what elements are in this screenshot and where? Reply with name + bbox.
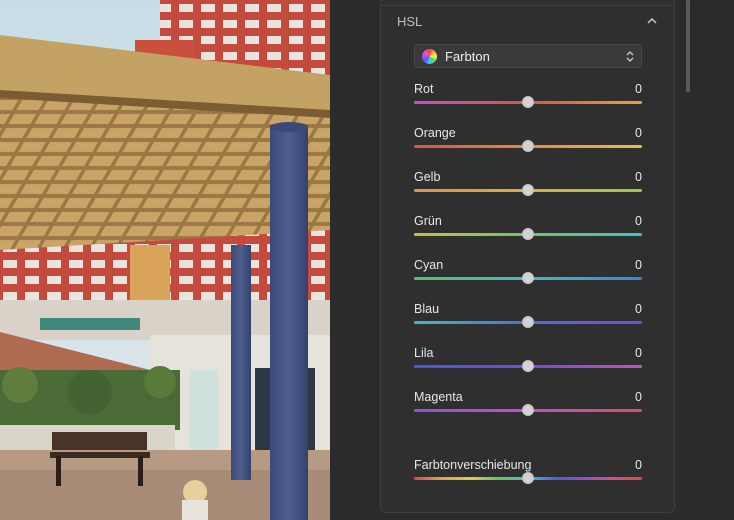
slider-thumb[interactable] [522, 404, 534, 416]
slider-value: 0 [635, 170, 642, 184]
slider-cyan[interactable]: Cyan 0 [414, 258, 642, 288]
slider-rot[interactable]: Rot 0 [414, 82, 642, 112]
slider-blau[interactable]: Blau 0 [414, 302, 642, 332]
slider-label: Cyan [414, 258, 444, 272]
slider-value: 0 [635, 126, 642, 140]
slider-thumb[interactable] [522, 228, 534, 240]
chevron-up-icon[interactable] [646, 16, 658, 26]
hsl-panel-card [380, 0, 675, 513]
slider-label: Orange [414, 126, 456, 140]
section-divider [381, 5, 674, 6]
slider-value: 0 [635, 258, 642, 272]
slider-orange[interactable]: Orange 0 [414, 126, 642, 156]
slider-label: Lila [414, 346, 434, 360]
slider-value: 0 [635, 346, 642, 360]
photo-preview[interactable] [0, 0, 330, 520]
slider-value: 0 [635, 458, 642, 472]
slider-thumb[interactable] [522, 96, 534, 108]
slider-label: Blau [414, 302, 440, 316]
photo-image [0, 0, 330, 520]
slider-label: Gelb [414, 170, 441, 184]
slider-value: 0 [635, 214, 642, 228]
slider-thumb[interactable] [522, 184, 534, 196]
slider-thumb[interactable] [522, 472, 534, 484]
slider-magenta[interactable]: Magenta 0 [414, 390, 642, 420]
slider-label: Rot [414, 82, 434, 96]
hue-shift-slider[interactable]: Farbtonverschiebung 0 [414, 458, 642, 488]
dropdown-value: Farbton [445, 49, 490, 64]
slider-value: 0 [635, 390, 642, 404]
slider-label: Grün [414, 214, 442, 228]
slider-gelb[interactable]: Gelb 0 [414, 170, 642, 200]
slider-thumb[interactable] [522, 140, 534, 152]
slider-thumb[interactable] [522, 272, 534, 284]
slider-thumb[interactable] [522, 360, 534, 372]
slider-thumb[interactable] [522, 316, 534, 328]
slider-value: 0 [635, 302, 642, 316]
slider-label: Magenta [414, 390, 463, 404]
hsl-mode-dropdown[interactable]: Farbton [414, 44, 642, 68]
chevron-updown-icon [626, 51, 634, 62]
slider-grün[interactable]: Grün 0 [414, 214, 642, 244]
slider-label: Farbtonverschiebung [414, 458, 532, 472]
color-wheel-icon [422, 49, 437, 64]
scrollbar-thumb[interactable] [686, 0, 690, 92]
slider-lila[interactable]: Lila 0 [414, 346, 642, 376]
hsl-section-header[interactable]: HSL [381, 8, 674, 36]
section-title: HSL [397, 14, 423, 29]
slider-value: 0 [635, 82, 642, 96]
